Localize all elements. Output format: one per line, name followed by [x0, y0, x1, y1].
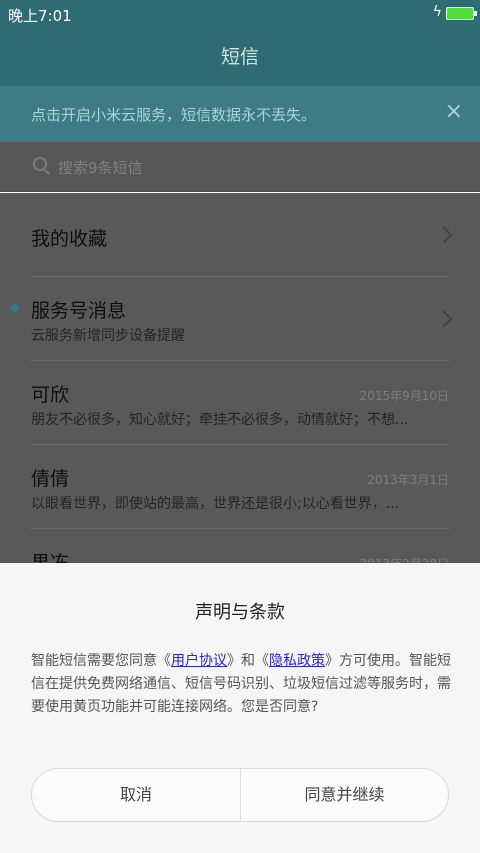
dialog-body: 智能短信需要您同意《用户协议》和《隐私政策》方可使用。智能短信在提供免费网络通信… [31, 650, 451, 719]
battery-icon [446, 7, 477, 20]
search-bar[interactable]: 搜索9条短信 [0, 142, 480, 192]
chevron-right-icon [435, 310, 453, 328]
cancel-button[interactable]: 取消 [32, 769, 240, 821]
privacy-policy-link[interactable]: 隐私政策 [269, 653, 325, 669]
close-icon[interactable]: × [445, 99, 463, 124]
charging-icon: ϟ [432, 4, 442, 20]
list-item-title: 我的收藏 [31, 228, 108, 250]
dialog-title: 声明与条款 [195, 602, 285, 623]
list-item-title: 倩倩 [31, 468, 70, 490]
list-item-service-messages[interactable]: 服务号消息 云服务新增同步设备提醒 [0, 277, 480, 361]
list-item-preview: 以眼看世界，即使站的最高，世界还是很小;以心看世界，... [31, 496, 400, 512]
dialog-buttons: 取消 同意并继续 [31, 768, 449, 822]
unread-dot-icon [11, 304, 19, 312]
list-item-date: 2013年2月28日 [360, 555, 449, 563]
user-agreement-link[interactable]: 用户协议 [171, 653, 227, 669]
search-input[interactable]: 搜索9条短信 [58, 157, 143, 178]
dialog-text: 智能短信需要您同意《 [31, 653, 171, 669]
page-title: 短信 [220, 46, 259, 68]
list-item-conversation[interactable]: 果冻 2013年2月28日 [0, 529, 480, 563]
status-bar: 晚上7:01 ϟ [0, 0, 480, 28]
agree-continue-button[interactable]: 同意并继续 [240, 769, 448, 821]
dialog-text: 》和《 [227, 653, 269, 669]
list-item-conversation[interactable]: 倩倩 2013年3月1日 以眼看世界，即使站的最高，世界还是很小;以心看世界，.… [0, 445, 480, 529]
list-item-preview: 云服务新增同步设备提醒 [31, 328, 185, 344]
list-item-title: 可欣 [31, 384, 70, 406]
status-time: 晚上7:01 [8, 7, 72, 25]
conversation-list: 我的收藏 服务号消息 云服务新增同步设备提醒 可欣 2015年9月10日 朋友不… [0, 193, 480, 563]
search-icon [33, 157, 47, 171]
list-item-favorites[interactable]: 我的收藏 [0, 193, 480, 277]
list-item-date: 2015年9月10日 [359, 389, 449, 403]
list-item-date: 2013年3月1日 [367, 473, 449, 487]
terms-dialog: 声明与条款 智能短信需要您同意《用户协议》和《隐私政策》方可使用。智能短信在提供… [0, 563, 480, 853]
list-item-conversation[interactable]: 可欣 2015年9月10日 朋友不必很多，知心就好；牵挂不必很多，动情就好；不想… [0, 361, 480, 445]
list-item-title: 服务号消息 [31, 300, 127, 322]
chevron-right-icon [435, 226, 453, 244]
cloud-service-banner[interactable]: 点击开启小米云服务，短信数据永不丢失。 × [0, 86, 480, 142]
app-bar: 短信 [0, 28, 480, 86]
list-item-preview: 朋友不必很多，知心就好；牵挂不必很多，动情就好；不想... [31, 412, 409, 428]
cloud-banner-text[interactable]: 点击开启小米云服务，短信数据永不丢失。 [31, 104, 316, 125]
list-item-title: 果冻 [31, 552, 70, 563]
